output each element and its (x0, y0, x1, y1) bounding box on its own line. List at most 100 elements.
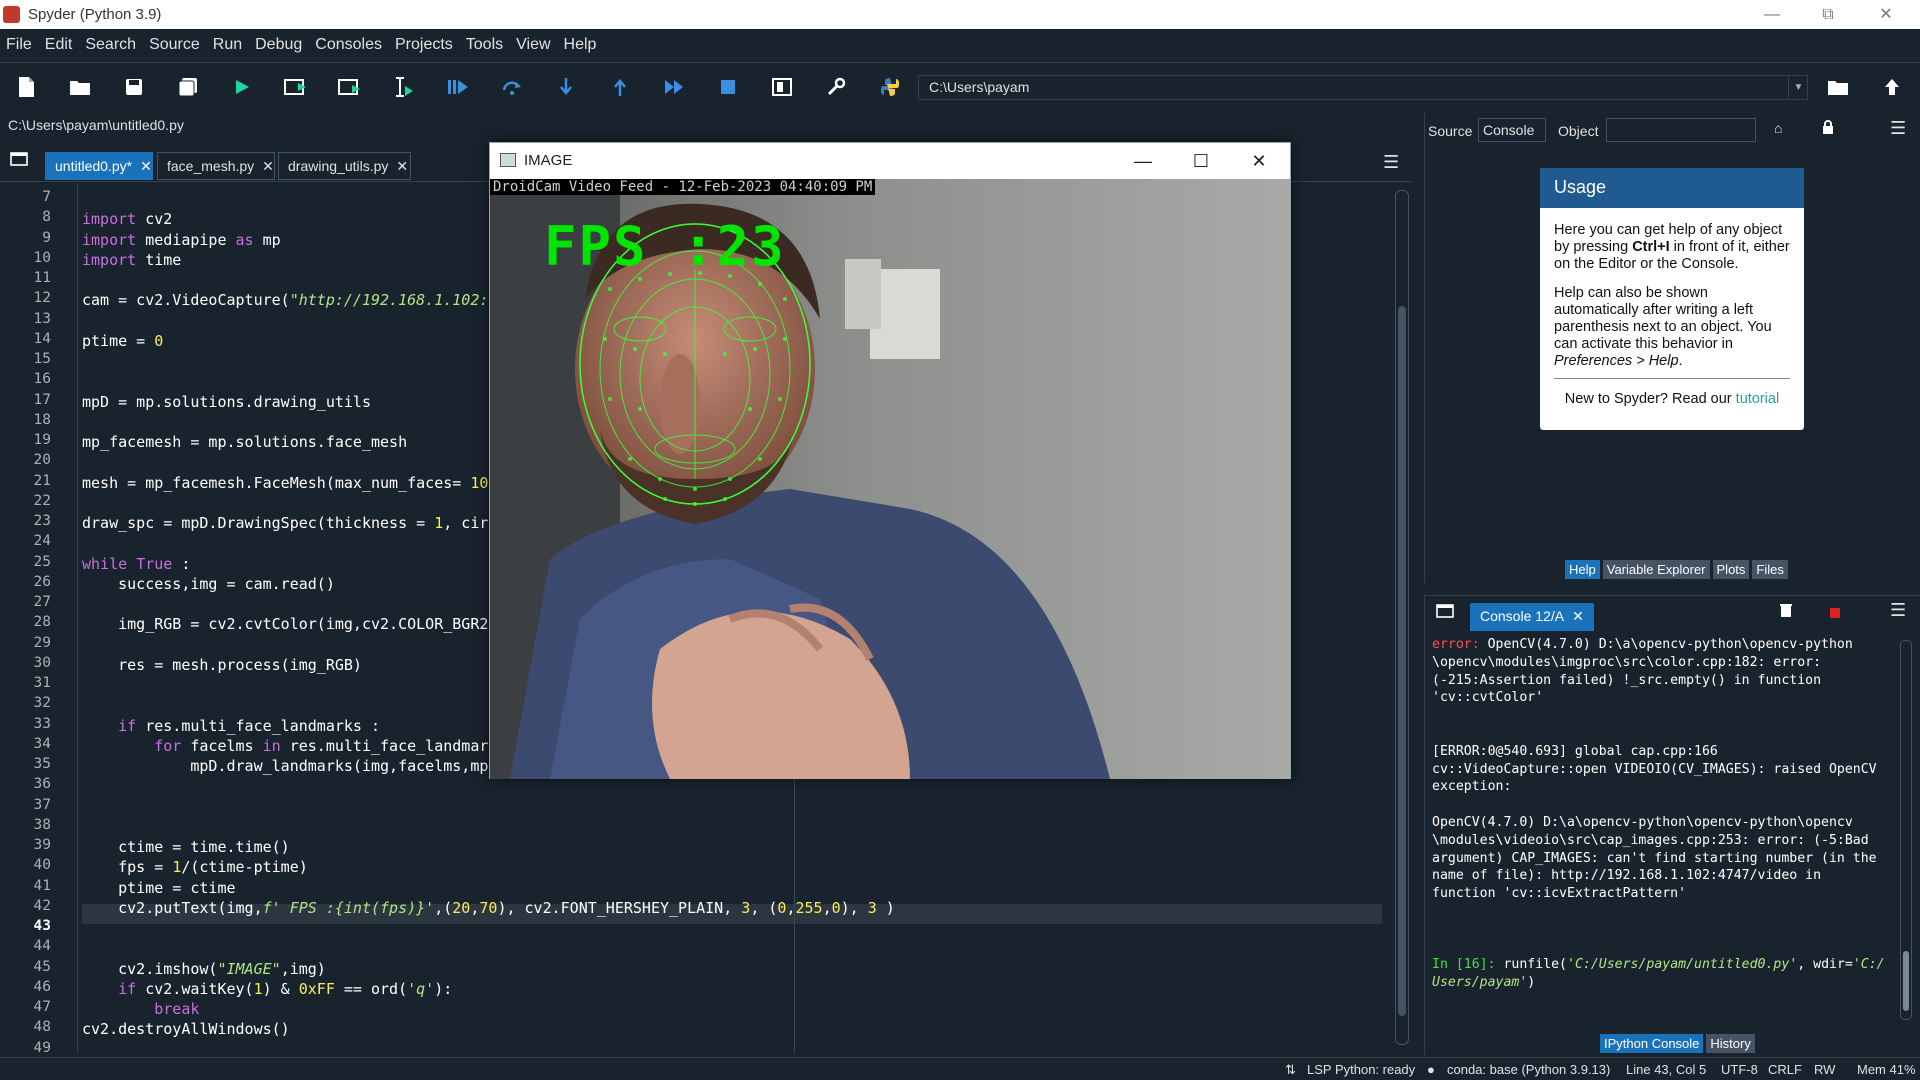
hamburger-menu-icon[interactable]: ☰ (1890, 118, 1906, 139)
tab-drawing-utils[interactable]: drawing_utils.py ✕ (278, 152, 411, 180)
browse-folder-icon[interactable] (1822, 71, 1854, 103)
run-icon[interactable] (226, 71, 258, 103)
run-cell-icon[interactable] (280, 71, 312, 103)
scrollbar-thumb[interactable] (1398, 306, 1406, 1016)
maximize-pane-icon[interactable] (766, 71, 798, 103)
close-tab-icon[interactable]: ✕ (140, 158, 152, 174)
debug-icon[interactable] (442, 71, 474, 103)
code-line[interactable]: cv2.imshow("IMAGE",img) (82, 959, 326, 979)
working-directory-input[interactable]: C:\Users\payam (918, 75, 1808, 100)
hamburger-menu-icon[interactable]: ☰ (1890, 600, 1906, 621)
new-file-icon[interactable] (10, 71, 42, 103)
menu-run[interactable]: Run (207, 29, 249, 54)
code-line[interactable]: mpD.draw_landmarks(img,facelms,mp (82, 756, 488, 776)
editor-scrollbar[interactable] (1395, 190, 1409, 1045)
code-line[interactable]: cam = cv2.VideoCapture("http://192.168.1… (82, 290, 488, 310)
tab-ipython-console[interactable]: IPython Console (1600, 1034, 1704, 1053)
code-line[interactable]: draw_spc = mpD.DrawingSpec(thickness = 1… (82, 513, 488, 533)
browse-tabs-icon[interactable] (1436, 604, 1454, 622)
line-number: 24 (33, 533, 51, 550)
python-path-icon[interactable] (874, 71, 906, 103)
stop-icon[interactable] (712, 71, 744, 103)
tab-console[interactable]: Console 12/A ✕ (1470, 603, 1594, 631)
home-icon[interactable]: ⌂ (1774, 120, 1782, 136)
menu-source[interactable]: Source (143, 29, 207, 54)
console-scrollbar[interactable] (1900, 640, 1912, 1020)
object-input[interactable] (1606, 118, 1756, 142)
preferences-icon[interactable] (820, 71, 852, 103)
menu-tools[interactable]: Tools (460, 29, 510, 54)
tab-help[interactable]: Help (1565, 560, 1600, 579)
parent-directory-icon[interactable] (1876, 71, 1908, 103)
menu-projects[interactable]: Projects (389, 29, 460, 54)
close-tab-icon[interactable]: ✕ (396, 158, 408, 174)
code-line[interactable]: mp_facemesh = mp.solutions.face_mesh (82, 432, 407, 452)
line-number: 33 (33, 715, 51, 732)
code-line[interactable]: ptime = ctime (82, 878, 235, 898)
console-output[interactable]: error: OpenCV(4.7.0) D:\a\opencv-python\… (1432, 636, 1892, 1006)
code-line[interactable]: for facelms in res.multi_face_landmar (82, 736, 488, 756)
trash-icon[interactable] (1780, 603, 1792, 621)
restore-icon[interactable]: ⧉ (1800, 0, 1856, 29)
save-all-icon[interactable] (172, 71, 204, 103)
code-line[interactable]: break (82, 999, 199, 1019)
image-window[interactable]: IMAGE — ☐ ✕ DroidCam Video Feed - 12-Feb… (489, 142, 1291, 779)
close-icon[interactable]: ✕ (1858, 0, 1914, 29)
tab-face-mesh[interactable]: face_mesh.py ✕ (157, 152, 275, 180)
continue-icon[interactable] (658, 71, 690, 103)
source-select[interactable]: Console (1478, 118, 1546, 142)
step-over-icon[interactable] (496, 71, 528, 103)
open-file-icon[interactable] (64, 71, 96, 103)
tab-files[interactable]: Files (1752, 560, 1788, 579)
code-line[interactable]: mesh = mp_facemesh.FaceMesh(max_num_face… (82, 473, 488, 493)
close-icon[interactable]: ✕ (1232, 147, 1286, 175)
code-line[interactable]: import time (82, 250, 181, 270)
menu-edit[interactable]: Edit (39, 29, 80, 54)
line-number: 32 (33, 695, 51, 712)
chevron-down-icon[interactable]: ▼ (1788, 75, 1808, 100)
status-bar: ⇅ LSP Python: ready ● conda: base (Pytho… (0, 1057, 1920, 1080)
menu-consoles[interactable]: Consoles (309, 29, 389, 54)
scrollbar-thumb[interactable] (1903, 951, 1909, 1011)
code-line[interactable]: ptime = 0 (82, 331, 163, 351)
image-window-titlebar[interactable]: IMAGE — ☐ ✕ (490, 143, 1290, 179)
code-line[interactable]: import mediapipe as mp (82, 230, 281, 250)
step-into-icon[interactable] (550, 71, 582, 103)
run-cell-advance-icon[interactable] (334, 71, 366, 103)
browse-tabs-icon[interactable] (10, 150, 28, 171)
menu-search[interactable]: Search (79, 29, 143, 54)
code-line[interactable]: import cv2 (82, 209, 172, 229)
tab-untitled0[interactable]: untitled0.py* ✕ (45, 152, 153, 180)
tab-variable-explorer[interactable]: Variable Explorer (1602, 560, 1710, 579)
close-tab-icon[interactable]: ✕ (262, 158, 274, 174)
code-line[interactable]: img_RGB = cv2.cvtColor(img,cv2.COLOR_BGR… (82, 614, 488, 634)
menu-file[interactable]: File (0, 29, 39, 54)
run-selection-icon[interactable] (388, 71, 420, 103)
line-number: 26 (33, 573, 51, 590)
step-return-icon[interactable] (604, 71, 636, 103)
code-line[interactable]: while True : (82, 554, 190, 574)
code-line[interactable]: mpD = mp.solutions.drawing_utils (82, 392, 371, 412)
maximize-icon[interactable]: ☐ (1174, 147, 1228, 175)
code-line[interactable]: cv2.putText(img,f' FPS :{int(fps)}',(20,… (82, 898, 895, 918)
menu-help[interactable]: Help (558, 29, 604, 54)
stop-kernel-icon[interactable] (1830, 605, 1840, 622)
code-line[interactable]: if res.multi_face_landmarks : (82, 716, 380, 736)
hamburger-menu-icon[interactable]: ☰ (1383, 152, 1399, 173)
menu-view[interactable]: View (510, 29, 557, 54)
code-line[interactable]: res = mesh.process(img_RGB) (82, 655, 362, 675)
tab-history[interactable]: History (1706, 1034, 1755, 1053)
code-line[interactable]: success,img = cam.read() (82, 574, 335, 594)
tutorial-link[interactable]: tutorial (1736, 391, 1780, 407)
menu-debug[interactable]: Debug (249, 29, 309, 54)
save-icon[interactable] (118, 71, 150, 103)
code-line[interactable]: cv2.destroyAllWindows() (82, 1019, 290, 1039)
code-line[interactable]: ctime = time.time() (82, 837, 290, 857)
minimize-icon[interactable]: — (1744, 0, 1800, 29)
code-line[interactable]: fps = 1/(ctime-ptime) (82, 857, 308, 877)
close-tab-icon[interactable]: ✕ (1572, 608, 1584, 624)
tab-plots[interactable]: Plots (1712, 560, 1750, 579)
minimize-icon[interactable]: — (1116, 147, 1170, 175)
code-line[interactable]: if cv2.waitKey(1) & 0xFF == ord('q'): (82, 979, 452, 999)
lock-icon[interactable] (1822, 120, 1834, 137)
